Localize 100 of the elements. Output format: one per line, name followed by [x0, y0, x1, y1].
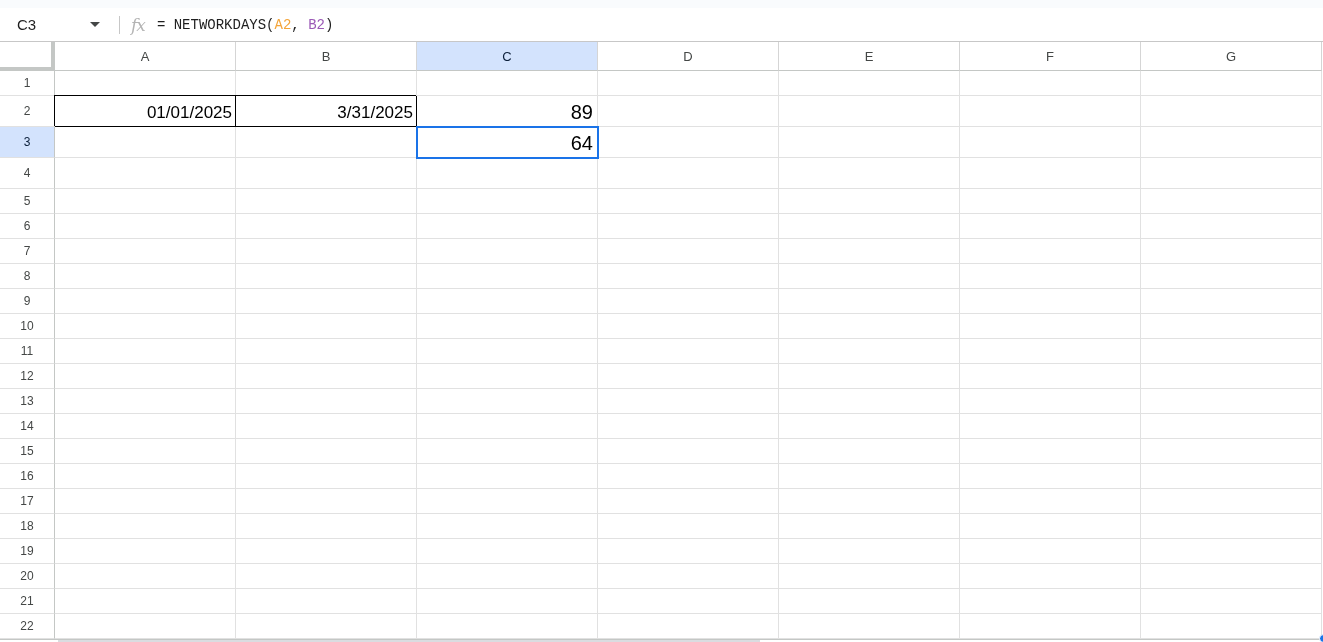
spreadsheet-cell[interactable] [236, 289, 417, 314]
spreadsheet-cell[interactable] [417, 158, 598, 189]
spreadsheet-cell[interactable] [960, 614, 1141, 639]
spreadsheet-cell[interactable] [417, 539, 598, 564]
spreadsheet-cell[interactable] [55, 239, 236, 264]
spreadsheet-cell[interactable] [598, 614, 779, 639]
spreadsheet-cell[interactable] [598, 564, 779, 589]
spreadsheet-cell[interactable] [1141, 314, 1322, 339]
spreadsheet-cell[interactable] [960, 189, 1141, 214]
row-header[interactable]: 13 [0, 389, 55, 414]
row-header[interactable]: 21 [0, 589, 55, 614]
spreadsheet-cell[interactable] [779, 71, 960, 96]
row-header[interactable]: 19 [0, 539, 55, 564]
spreadsheet-cell[interactable] [598, 414, 779, 439]
spreadsheet-cell[interactable] [55, 214, 236, 239]
name-box[interactable]: C3 [8, 11, 109, 38]
spreadsheet-cell[interactable] [779, 439, 960, 464]
column-header[interactable]: E [779, 42, 960, 71]
spreadsheet-cell[interactable] [779, 158, 960, 189]
spreadsheet-cell[interactable] [236, 514, 417, 539]
spreadsheet-cell[interactable] [960, 71, 1141, 96]
spreadsheet-cell[interactable] [598, 464, 779, 489]
spreadsheet-cell[interactable] [960, 96, 1141, 127]
spreadsheet-cell[interactable] [236, 414, 417, 439]
spreadsheet-cell[interactable] [55, 189, 236, 214]
spreadsheet-cell[interactable] [598, 489, 779, 514]
spreadsheet-cell[interactable] [55, 514, 236, 539]
spreadsheet-cell[interactable]: 89 [417, 96, 598, 127]
row-header[interactable]: 12 [0, 364, 55, 389]
row-header[interactable]: 6 [0, 214, 55, 239]
spreadsheet-cell[interactable]: 01/01/2025 [55, 96, 236, 127]
column-header[interactable]: B [236, 42, 417, 71]
spreadsheet-cell[interactable] [1141, 514, 1322, 539]
spreadsheet-cell[interactable] [779, 214, 960, 239]
spreadsheet-cell[interactable] [236, 589, 417, 614]
spreadsheet-cell[interactable] [236, 439, 417, 464]
spreadsheet-cell[interactable] [960, 127, 1141, 158]
spreadsheet-cell[interactable] [236, 314, 417, 339]
column-header[interactable]: G [1141, 42, 1322, 71]
spreadsheet-cell[interactable] [236, 364, 417, 389]
spreadsheet-cell[interactable] [779, 189, 960, 214]
spreadsheet-cell[interactable] [779, 364, 960, 389]
spreadsheet-cell[interactable] [55, 439, 236, 464]
spreadsheet-cell[interactable] [960, 264, 1141, 289]
spreadsheet-cell[interactable] [779, 464, 960, 489]
spreadsheet-cell[interactable] [960, 489, 1141, 514]
spreadsheet-cell[interactable] [960, 339, 1141, 364]
spreadsheet-cell[interactable] [417, 564, 598, 589]
spreadsheet-cell[interactable] [779, 289, 960, 314]
spreadsheet-cell[interactable] [236, 339, 417, 364]
spreadsheet-cell[interactable] [779, 314, 960, 339]
row-header[interactable]: 15 [0, 439, 55, 464]
spreadsheet-cell[interactable] [417, 614, 598, 639]
spreadsheet-cell[interactable] [960, 289, 1141, 314]
spreadsheet-cell[interactable] [960, 464, 1141, 489]
spreadsheet-cell[interactable] [55, 464, 236, 489]
spreadsheet-cell[interactable] [55, 489, 236, 514]
spreadsheet-cell[interactable]: 3/31/2025 [236, 96, 417, 127]
spreadsheet-cell[interactable] [960, 214, 1141, 239]
spreadsheet-cell[interactable] [417, 589, 598, 614]
spreadsheet-cell[interactable] [598, 239, 779, 264]
spreadsheet-cell[interactable] [55, 364, 236, 389]
spreadsheet-cell[interactable] [417, 189, 598, 214]
spreadsheet-cell[interactable] [598, 127, 779, 158]
spreadsheet-cell[interactable] [417, 364, 598, 389]
spreadsheet-cell[interactable] [55, 158, 236, 189]
row-header[interactable]: 22 [0, 614, 55, 639]
spreadsheet-cell[interactable] [598, 314, 779, 339]
spreadsheet-cell[interactable] [55, 389, 236, 414]
row-header[interactable]: 17 [0, 489, 55, 514]
spreadsheet-cell[interactable] [1141, 389, 1322, 414]
spreadsheet-cell[interactable] [1141, 614, 1322, 639]
column-header[interactable]: D [598, 42, 779, 71]
spreadsheet-cell[interactable] [960, 389, 1141, 414]
row-header[interactable]: 16 [0, 464, 55, 489]
spreadsheet-cell[interactable] [236, 489, 417, 514]
spreadsheet-cell[interactable] [55, 589, 236, 614]
spreadsheet-cell[interactable] [960, 239, 1141, 264]
spreadsheet-cell[interactable] [417, 514, 598, 539]
spreadsheet-cell[interactable] [598, 589, 779, 614]
spreadsheet-cell[interactable] [960, 514, 1141, 539]
spreadsheet-cell[interactable] [779, 264, 960, 289]
spreadsheet-cell[interactable] [1141, 489, 1322, 514]
select-all-corner[interactable] [0, 42, 55, 71]
spreadsheet-cell[interactable] [598, 189, 779, 214]
row-header[interactable]: 4 [0, 158, 55, 189]
spreadsheet-cell[interactable] [1141, 127, 1322, 158]
row-header[interactable]: 20 [0, 564, 55, 589]
spreadsheet-cell[interactable] [779, 614, 960, 639]
spreadsheet-cell[interactable] [598, 514, 779, 539]
spreadsheet-cell[interactable] [1141, 96, 1322, 127]
spreadsheet-cell[interactable] [1141, 214, 1322, 239]
spreadsheet-cell[interactable] [55, 339, 236, 364]
column-header[interactable]: F [960, 42, 1141, 71]
spreadsheet-cell[interactable] [236, 389, 417, 414]
spreadsheet-cell[interactable] [779, 389, 960, 414]
spreadsheet-cell[interactable] [960, 414, 1141, 439]
spreadsheet-cell[interactable] [960, 158, 1141, 189]
spreadsheet-cell[interactable] [236, 539, 417, 564]
spreadsheet-cell[interactable] [960, 364, 1141, 389]
